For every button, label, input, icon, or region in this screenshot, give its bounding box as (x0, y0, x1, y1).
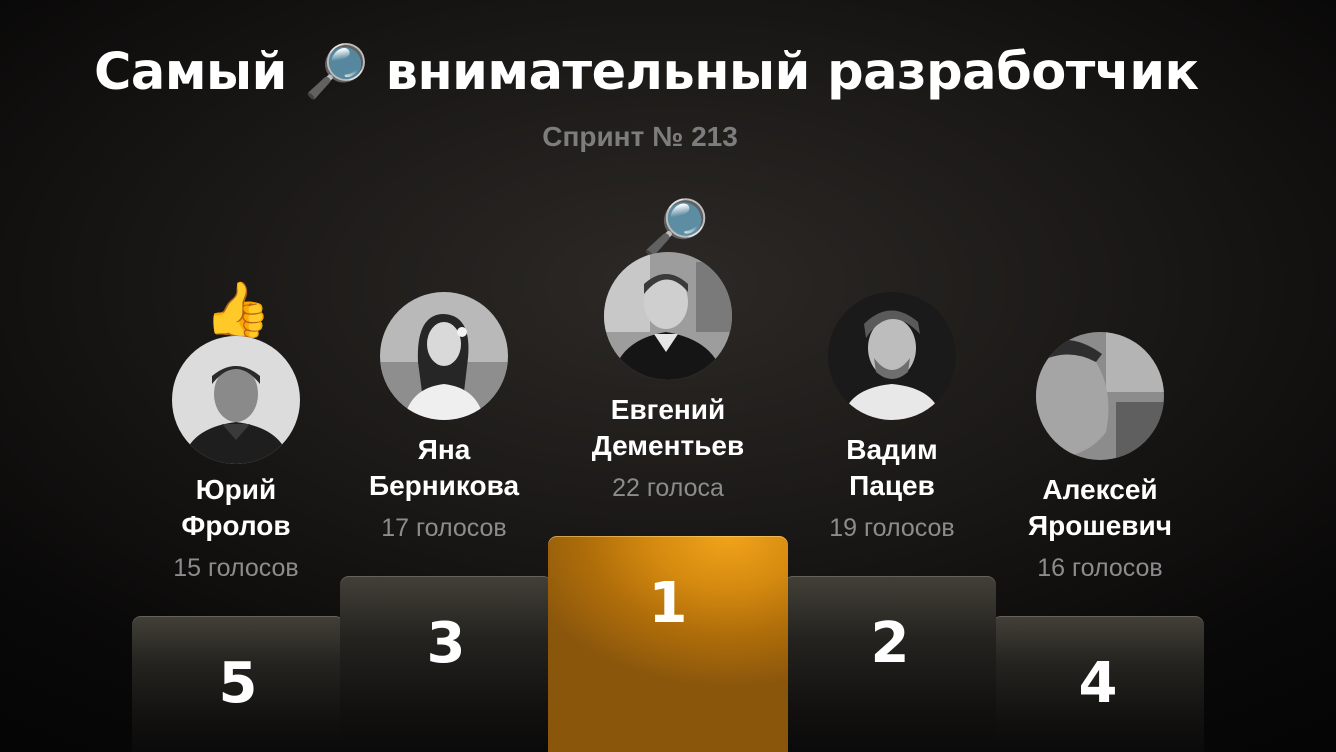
votes-count: 15 голосов (173, 554, 299, 582)
avatar (380, 292, 508, 420)
page-title: Самый 🔎 внимательный разработчик (94, 40, 1199, 105)
podium-step-3: 3 (340, 576, 552, 752)
avatar (604, 252, 732, 380)
person-first-name: Вадим (846, 434, 938, 465)
podium-step-4: 4 (992, 616, 1204, 752)
place-number: 2 (870, 611, 910, 676)
place-number: 4 (1078, 651, 1118, 716)
sprint-subtitle: Спринт № 213 (542, 121, 738, 152)
thumbs-up-icon: 👍 (204, 280, 272, 340)
votes-count: 19 голосов (829, 514, 955, 542)
avatar (1036, 332, 1164, 460)
votes-count: 22 голоса (612, 474, 724, 502)
leaderboard-person-1: 🔎 Евгений Дементьев 22 голоса (548, 198, 788, 508)
podium-step-2: 2 (784, 576, 996, 752)
podium-step-1: 1 (548, 536, 788, 752)
place-number: 1 (648, 571, 688, 636)
avatar (172, 336, 300, 464)
leaderboard-person-3: Яна Берникова 17 голосов (324, 292, 564, 552)
person-last-name: Пацев (849, 470, 935, 501)
person-last-name: Фролов (181, 510, 291, 541)
person-last-name: Берникова (368, 470, 520, 501)
place-number: 3 (426, 611, 466, 676)
votes-count: 17 голосов (381, 514, 507, 542)
title-text-after: внимательный разработчик (385, 43, 1200, 102)
person-first-name: Юрий (195, 474, 277, 505)
podium-step-5: 5 (132, 616, 344, 752)
person-first-name: Яна (417, 434, 471, 465)
leaderboard-person-2: Вадим Пацев 19 голосов (772, 292, 1012, 552)
person-last-name: Дементьев (591, 430, 745, 461)
avatar (828, 292, 956, 420)
person-last-name: Ярошевич (1028, 510, 1172, 541)
magnifying-glass-icon: 🔎 (642, 198, 710, 258)
person-first-name: Евгений (610, 394, 726, 425)
votes-count: 16 голосов (1037, 554, 1163, 582)
leaderboard-person-4: Алексей Ярошевич 16 голосов (980, 332, 1220, 592)
place-number: 5 (218, 651, 258, 716)
title-text-before: Самый (94, 43, 287, 102)
magnifying-glass-icon: 🔎 (304, 42, 369, 102)
person-first-name: Алексей (1042, 474, 1158, 505)
leaderboard-person-5: 👍 Юрий Фролов 15 голосов (116, 280, 356, 600)
